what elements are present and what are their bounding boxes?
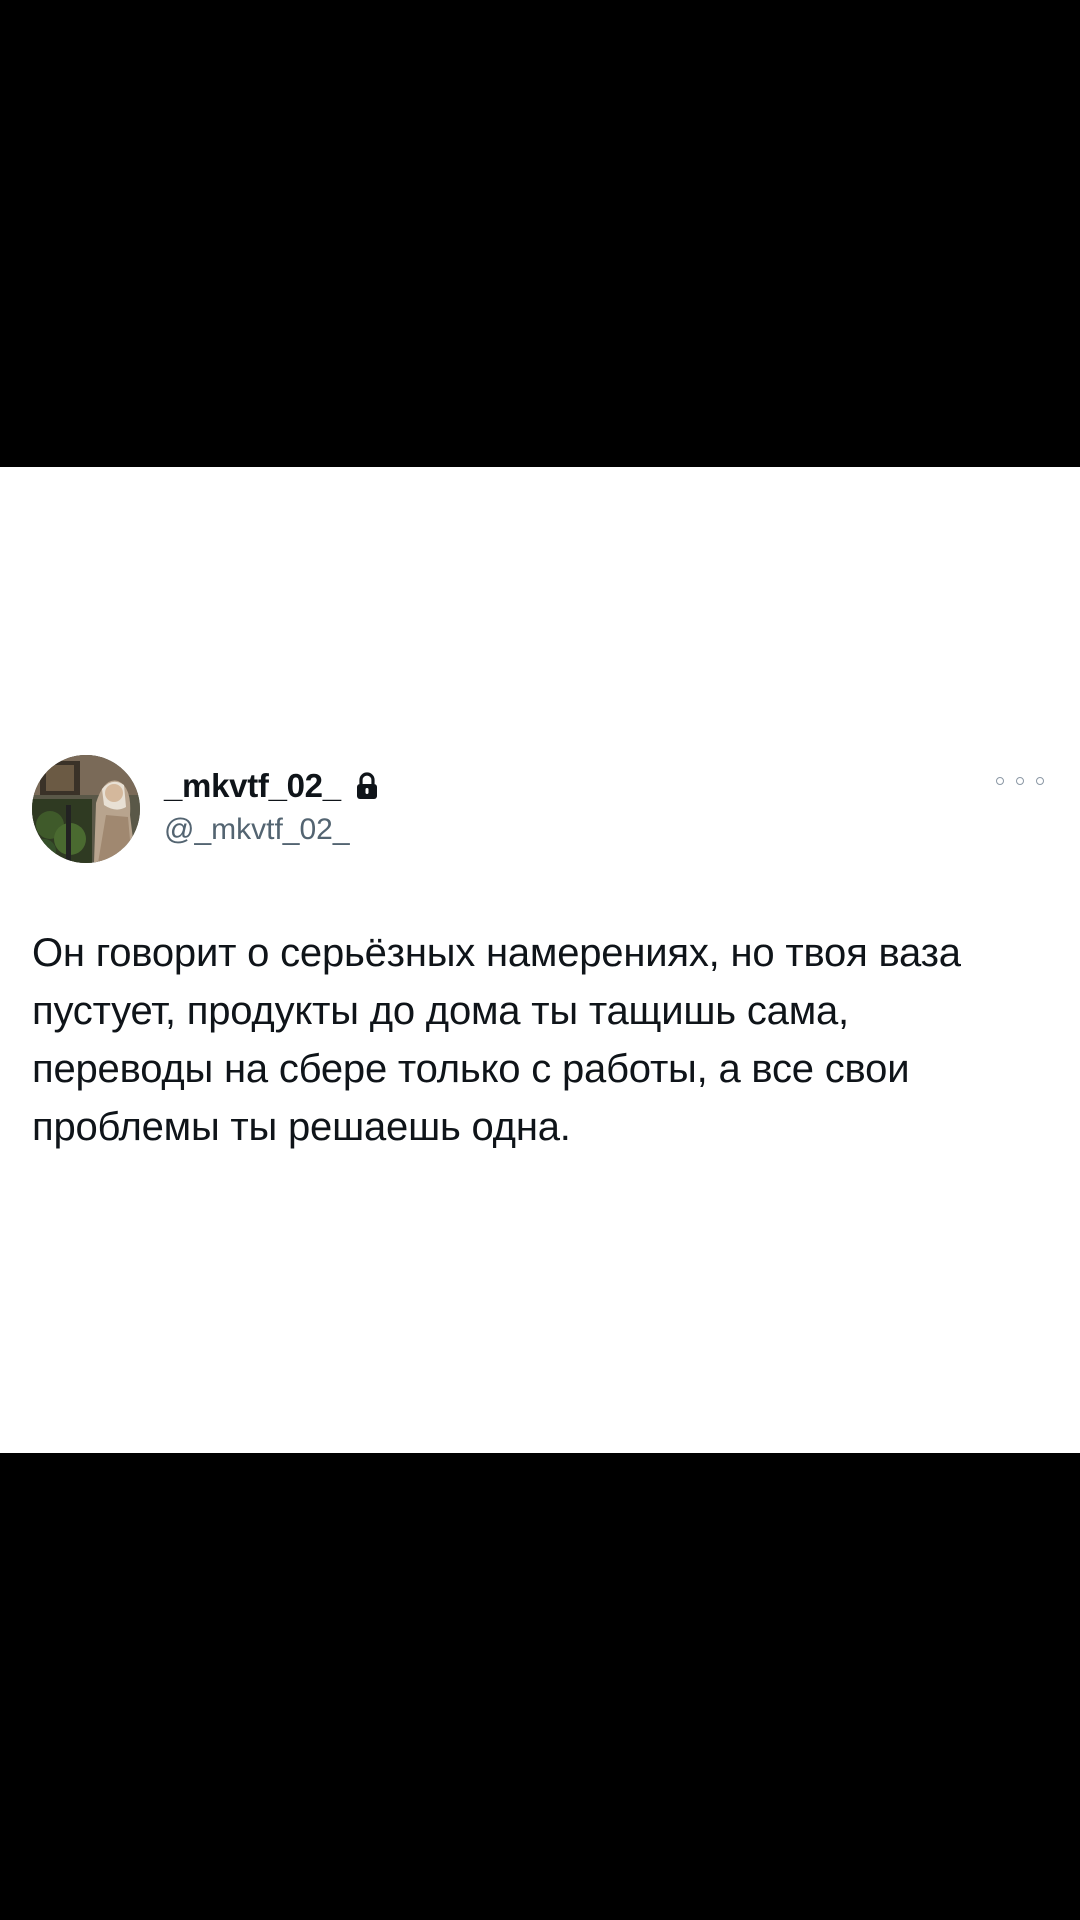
more-icon[interactable] — [996, 769, 1044, 793]
avatar[interactable] — [32, 755, 140, 863]
lock-icon — [355, 772, 379, 800]
letterbox-top — [0, 0, 1080, 467]
avatar-image — [32, 755, 140, 863]
user-info: _mkvtf_02_ @_mkvtf_02_ — [164, 765, 379, 847]
more-dot — [1036, 777, 1044, 785]
tweet-card: _mkvtf_02_ @_mkvtf_02_ Он говорит о серь… — [0, 467, 1080, 1453]
more-dot — [996, 777, 1004, 785]
more-dot — [1016, 777, 1024, 785]
display-name-row: _mkvtf_02_ — [164, 765, 379, 807]
letterbox-bottom — [0, 1453, 1080, 1920]
user-handle[interactable]: @_mkvtf_02_ — [164, 813, 379, 847]
display-name[interactable]: _mkvtf_02_ — [164, 767, 341, 805]
tweet-header: _mkvtf_02_ @_mkvtf_02_ — [32, 755, 1048, 865]
tweet-text: Он говорит о серьёзных намерениях, но тв… — [32, 931, 961, 1149]
